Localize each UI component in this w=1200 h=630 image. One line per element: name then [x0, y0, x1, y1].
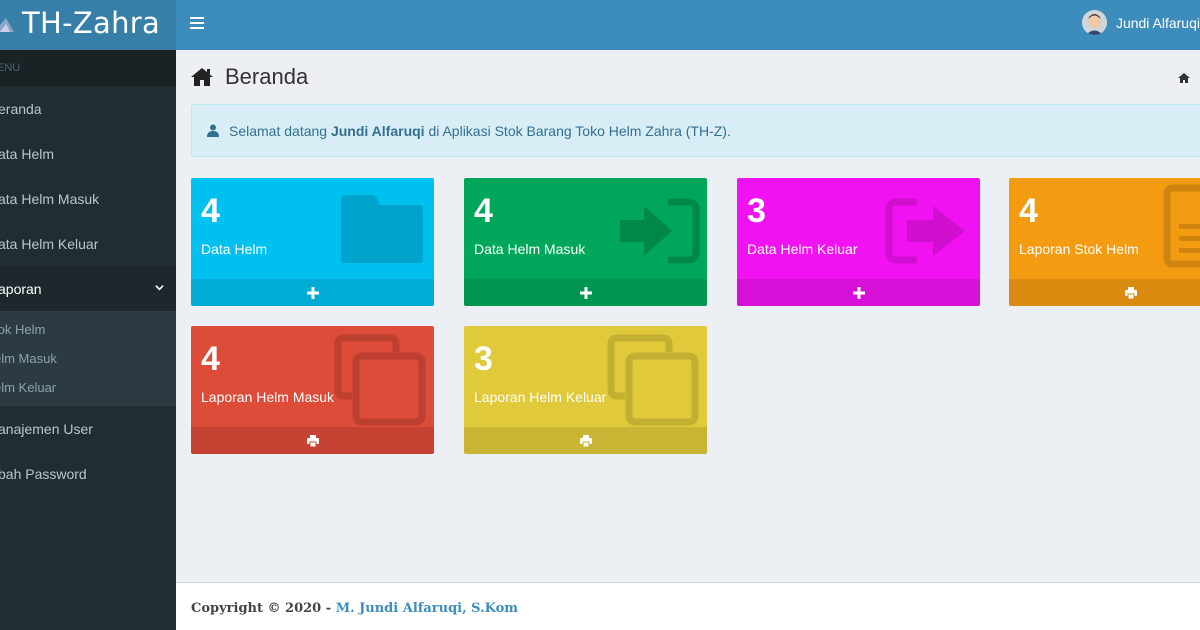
welcome-callout: Selamat datang Jundi Alfaruqi di Aplikas…	[191, 104, 1200, 157]
folder-icon	[341, 195, 423, 263]
sidebar-item-beranda[interactable]: eranda	[0, 86, 176, 131]
sidebar: ENU eranda ata Helm ata Helm Masuk ata H…	[0, 50, 176, 630]
sidebar-item-ubah-password[interactable]: bah Password	[0, 451, 176, 496]
user-name: Jundi Alfaruqi	[1115, 14, 1200, 31]
clone-icon	[607, 334, 699, 426]
logo-icon	[0, 18, 14, 32]
welcome-user-name: Jundi Alfaruqi	[330, 123, 425, 139]
stat-box-laporan-helm-keluar: 3 Laporan Helm Keluar	[464, 326, 707, 454]
add-data-helm-masuk-button[interactable]	[464, 279, 707, 306]
sign-out-icon	[885, 198, 965, 264]
stat-title: Data Helm Masuk	[474, 241, 586, 257]
print-laporan-helm-masuk-button[interactable]	[191, 427, 434, 454]
footer-copyright: Copyright © 2020 - M. Jundi Alfaruqi, S.…	[191, 601, 519, 616]
sidebar-subitem-stok-helm[interactable]: tok Helm	[0, 315, 176, 344]
print-laporan-helm-keluar-button[interactable]	[464, 427, 707, 454]
plus-icon	[306, 286, 319, 299]
sidebar-item-label: bah Password	[0, 466, 87, 482]
stat-box-data-helm: 4 Data Helm	[191, 178, 434, 306]
sidebar-item-label: anajemen User	[0, 421, 93, 437]
footer-author-link[interactable]: M. Jundi Alfaruqi, S.Kom	[336, 601, 518, 616]
stat-box-laporan-helm-masuk: 4 Laporan Helm Masuk	[191, 326, 434, 454]
stat-title: Data Helm Keluar	[747, 241, 858, 257]
stat-box-data-helm-masuk: 4 Data Helm Masuk	[464, 178, 707, 306]
clone-icon	[334, 334, 426, 426]
add-data-helm-keluar-button[interactable]	[737, 279, 980, 306]
stat-box-laporan-stok-helm: 4 Laporan Stok Helm	[1009, 178, 1200, 306]
stat-value: 3	[747, 192, 766, 230]
stat-box-data-helm-keluar: 3 Data Helm Keluar	[737, 178, 980, 306]
stat-value: 4	[474, 192, 493, 230]
content-header: Beranda	[191, 64, 308, 90]
sidebar-item-data-helm[interactable]: ata Helm	[0, 131, 176, 176]
welcome-message: Selamat datang Jundi Alfaruqi di Aplikas…	[229, 123, 731, 139]
sidebar-item-label: ata Helm	[0, 146, 55, 162]
sidebar-item-label: ata Helm Keluar	[0, 236, 99, 252]
stat-title: Data Helm	[201, 241, 268, 257]
chevron-down-icon	[155, 285, 164, 291]
sidebar-item-label: eranda	[0, 101, 42, 117]
stat-value: 4	[201, 340, 220, 378]
sidebar-menu-header: ENU	[0, 50, 176, 86]
plus-icon	[579, 286, 592, 299]
stat-title: Laporan Helm Keluar	[474, 389, 607, 405]
avatar	[1081, 10, 1107, 35]
page-footer: Copyright © 2020 - M. Jundi Alfaruqi, S.…	[176, 582, 1200, 630]
sidebar-item-label: ata Helm Masuk	[0, 191, 100, 207]
sidebar-item-label: aporan	[0, 281, 42, 297]
breadcrumb-home-icon[interactable]	[1178, 72, 1190, 84]
stat-value: 4	[1019, 192, 1038, 230]
app-title: TH-Zahra	[22, 6, 161, 40]
stat-title: Laporan Stok Helm	[1019, 241, 1139, 257]
print-icon	[579, 434, 592, 447]
user-menu[interactable]: Jundi Alfaruqi	[1081, 10, 1200, 35]
print-icon	[306, 434, 319, 447]
sidebar-subitem-helm-keluar[interactable]: elm Keluar	[0, 373, 176, 402]
sidebar-item-data-helm-keluar[interactable]: ata Helm Keluar	[0, 221, 176, 266]
print-laporan-stok-helm-button[interactable]	[1009, 279, 1200, 306]
sidebar-toggle-button[interactable]	[190, 17, 204, 33]
sidebar-submenu-laporan: tok Helm elm Masuk elm Keluar	[0, 311, 176, 406]
user-icon	[207, 124, 219, 137]
stat-value: 4	[201, 192, 220, 230]
stat-value: 3	[474, 340, 493, 378]
sidebar-item-laporan[interactable]: aporan	[0, 266, 176, 311]
page-title: Beranda	[225, 64, 309, 89]
sidebar-item-data-helm-masuk[interactable]: ata Helm Masuk	[0, 176, 176, 221]
home-icon	[191, 68, 213, 86]
sidebar-subitem-helm-masuk[interactable]: elm Masuk	[0, 344, 176, 373]
top-navbar: Jundi Alfaruqi	[176, 0, 1200, 50]
stat-title: Laporan Helm Masuk	[201, 389, 335, 405]
app-logo[interactable]: TH-Zahra	[0, 0, 176, 50]
file-text-icon	[1163, 184, 1200, 268]
add-data-helm-button[interactable]	[191, 279, 434, 306]
sidebar-item-manajemen-user[interactable]: anajemen User	[0, 406, 176, 451]
sign-in-icon	[620, 198, 700, 264]
print-icon	[1124, 286, 1137, 299]
plus-icon	[852, 286, 865, 299]
